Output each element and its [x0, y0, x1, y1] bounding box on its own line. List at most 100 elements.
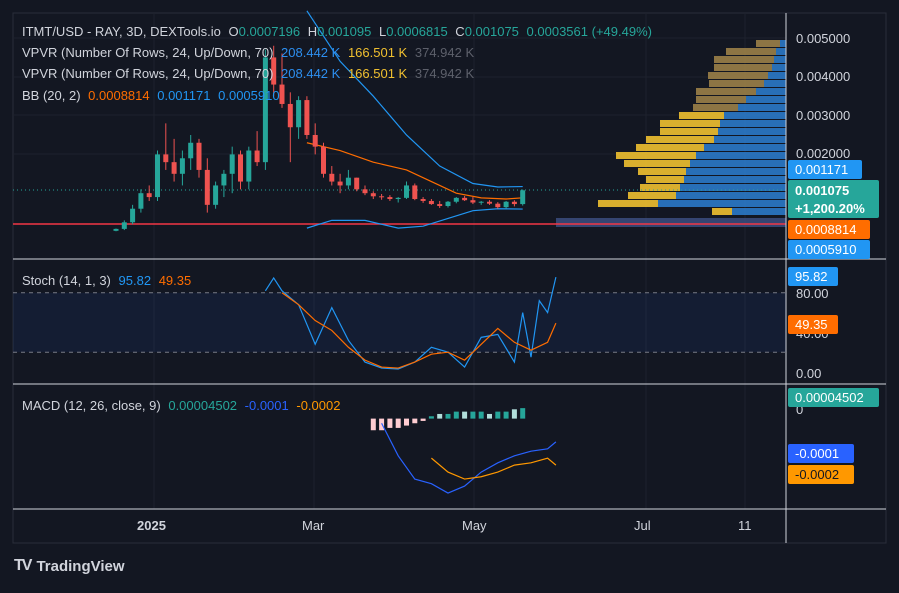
candle-body	[420, 199, 426, 201]
candle-body	[487, 201, 492, 204]
close-label: C	[455, 24, 465, 39]
candle-body	[345, 177, 351, 186]
vp-up-bar	[738, 104, 786, 111]
vpvr-legend-1[interactable]: VPVR (Number Of Rows, 24, Up/Down, 70) 2…	[22, 45, 478, 60]
candle-body	[254, 150, 260, 163]
macd-legend[interactable]: MACD (12, 26, close, 9) 0.00004502 -0.00…	[22, 398, 344, 413]
price-axis-label: 0.004000	[796, 69, 850, 84]
candle-body	[354, 177, 360, 190]
vp-down-bar	[628, 192, 676, 199]
candle-body	[229, 154, 235, 174]
candle-body	[196, 142, 202, 170]
bb-label: BB (20, 2)	[22, 88, 81, 103]
candle-body	[445, 201, 451, 207]
macd-histogram-bar	[428, 416, 434, 419]
vp-up-bar	[776, 48, 786, 55]
bb-legend[interactable]: BB (20, 2) 0.0008814 0.001171 0.0005910	[22, 88, 284, 103]
bb-basis-value: 0.0008814	[88, 88, 150, 103]
vpvr-down-value: 166.501 K	[347, 45, 408, 60]
macd-histogram-bar	[511, 409, 517, 419]
vp-down-bar	[616, 152, 696, 159]
vp-up-bar	[704, 144, 786, 151]
vp-down-bar	[598, 200, 658, 207]
vpvr-up-value: 208.442 K	[281, 66, 341, 81]
candle-body	[130, 208, 136, 223]
candle-body	[470, 200, 476, 203]
time-axis-label: 2025	[137, 518, 166, 533]
stoch-axis-label: 0.00	[796, 366, 821, 381]
vp-down-bar	[646, 176, 684, 183]
time-axis-label: Jul	[634, 518, 651, 533]
time-axis-label: 11	[738, 518, 752, 533]
macd-histogram-bar	[462, 411, 468, 419]
vp-down-bar	[636, 144, 704, 151]
close-value: 0.001075	[464, 24, 519, 39]
macd-histogram-bar	[412, 418, 418, 424]
bb-lower-badge-text: 0.0005910	[795, 242, 856, 257]
macd-hist-value: 0.00004502	[168, 398, 238, 413]
candle-body	[428, 200, 434, 205]
candle-body	[163, 154, 169, 163]
macd-line-value: -0.0001	[244, 398, 289, 413]
candle-body	[495, 203, 501, 208]
candle-body	[246, 150, 252, 182]
high-label: H	[307, 24, 318, 39]
time-axis-label: May	[462, 518, 487, 533]
candle-body	[304, 100, 310, 135]
vp-down-bar	[624, 160, 690, 167]
stoch-k-badge-text: 95.82	[795, 269, 828, 284]
vpvr-down-value: 166.501 K	[347, 66, 408, 81]
vpvr-label: VPVR (Number Of Rows, 24, Up/Down, 70)	[22, 45, 274, 60]
vp-down-bar	[696, 88, 756, 95]
candle-body	[387, 197, 393, 200]
macd-histogram-bar	[445, 413, 451, 419]
vpvr-label: VPVR (Number Of Rows, 24, Up/Down, 70)	[22, 66, 274, 81]
macd-histogram-bar	[437, 413, 443, 419]
candle-body	[188, 142, 194, 159]
time-axis-label: Mar	[302, 518, 325, 533]
vp-down-bar	[708, 72, 768, 79]
vpvr-legend-2[interactable]: VPVR (Number Of Rows, 24, Up/Down, 70) 2…	[22, 66, 478, 81]
chart-container[interactable]: 0.005000 0.004000 0.003000 0.002000 0.00…	[0, 0, 899, 588]
price-axis-label: 0.003000	[796, 108, 850, 123]
vp-up-bar	[746, 96, 786, 103]
vp-down-bar	[712, 208, 732, 215]
vpvr-total-value: 374.942 K	[414, 45, 475, 60]
vp-up-bar	[720, 120, 786, 127]
open-value: 0.0007196	[238, 24, 301, 39]
candle-body	[370, 193, 376, 197]
tradingview-brand[interactable]: TV TradingView	[14, 557, 125, 575]
candle-body	[312, 135, 318, 147]
vp-down-bar	[726, 48, 776, 55]
vp-up-bar	[556, 218, 786, 227]
candle-body	[379, 196, 385, 198]
vp-down-bar	[646, 136, 714, 143]
candle-body	[296, 100, 302, 128]
symbol-legend[interactable]: ITMT/USD - RAY, 3D, DEXTools.io O0.00071…	[22, 24, 656, 39]
stoch-legend[interactable]: Stoch (14, 1, 3) 95.82 49.35	[22, 273, 195, 288]
vp-up-bar	[718, 128, 786, 135]
open-label: O	[228, 24, 239, 39]
candle-body	[113, 228, 119, 231]
vp-down-bar	[660, 128, 718, 135]
candle-body	[221, 173, 227, 186]
macd-histogram-bar	[404, 418, 409, 426]
candle-body	[287, 103, 293, 128]
vp-down-bar	[696, 96, 746, 103]
macd-histogram-bar	[395, 418, 401, 428]
candle-body	[503, 201, 509, 208]
vp-up-bar	[690, 160, 786, 167]
candle-body	[478, 201, 484, 203]
bb-basis-badge-text: 0.0008814	[795, 222, 856, 237]
price-axis-label: 0.002000	[796, 146, 850, 161]
stoch-k-value: 95.82	[118, 273, 152, 288]
macd-histogram-bar	[453, 411, 459, 419]
vp-down-bar	[756, 40, 780, 47]
stoch-d-badge-text: 49.35	[795, 317, 828, 332]
vp-down-bar	[714, 56, 774, 63]
candle-body	[179, 158, 185, 174]
vp-down-bar	[660, 120, 720, 127]
macd-line-badge-text: -0.0001	[795, 446, 839, 461]
macd-histogram-bar	[387, 418, 393, 428]
bb-lower-value: 0.0005910	[218, 88, 280, 103]
